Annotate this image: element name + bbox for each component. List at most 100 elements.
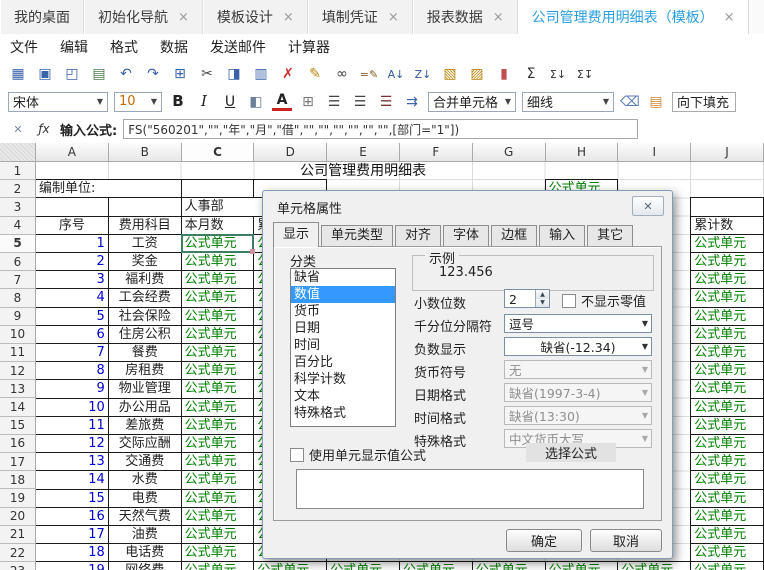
expense-name-cell[interactable]: 工会经费 (108, 288, 182, 307)
thousand-select[interactable]: 逗号 ▼ (504, 314, 652, 333)
align-center-icon[interactable]: ☰ (350, 92, 370, 112)
category-list-item[interactable]: 时间 (291, 337, 395, 354)
total-header-cell[interactable]: 累计数 (690, 216, 764, 235)
bold-icon[interactable]: B (168, 92, 188, 112)
seq-cell[interactable]: 9 (36, 379, 109, 398)
expense-name-cell[interactable]: 福利费 (108, 270, 182, 289)
expense-name-cell[interactable]: 奖金 (108, 252, 182, 271)
font-color-icon[interactable]: A (272, 93, 292, 111)
seq-cell[interactable]: 8 (36, 361, 109, 380)
delete-icon[interactable]: ✗ (278, 64, 298, 84)
category-list-item[interactable]: 特殊格式 (291, 405, 395, 422)
save-icon[interactable]: ▦ (8, 64, 28, 84)
formula-cell[interactable]: 公式单元 (690, 489, 764, 508)
column-header[interactable]: A (36, 143, 109, 162)
wrap-text-icon[interactable]: ⇉ (402, 92, 422, 112)
formula-cell[interactable]: 公式单元 (181, 270, 255, 289)
copy-icon[interactable]: ◨ (224, 64, 244, 84)
formula-cell[interactable]: 公式单元 (181, 398, 255, 417)
seq-cell[interactable]: 12 (36, 434, 109, 453)
category-list-item[interactable]: 缺省 (291, 269, 395, 286)
sort-ascending-icon[interactable]: A↓ (386, 64, 406, 84)
fill-down-select[interactable]: 向下填充 (672, 92, 736, 112)
font-size-select[interactable]: 10 ▼ (114, 92, 162, 112)
category-listbox[interactable]: 缺省数值货币日期时间百分比科学计数文本特殊格式 (290, 268, 396, 427)
formula-cell[interactable]: 公式单元 (181, 507, 255, 526)
menu-item[interactable]: 计算器 (288, 37, 330, 57)
formula-cell[interactable]: 公式单元 (181, 416, 255, 435)
row-header[interactable]: 20 (0, 508, 36, 526)
formula-cell[interactable]: 公式单元 (181, 234, 255, 253)
formula-cell[interactable]: 公式单元 (690, 416, 764, 435)
seq-cell[interactable]: 1 (36, 234, 109, 253)
find-icon[interactable]: ∞ (332, 64, 352, 84)
category-list-item[interactable]: 文本 (291, 388, 395, 405)
row-header[interactable]: 22 (0, 544, 36, 562)
column-header[interactable]: G (473, 143, 546, 162)
column-header[interactable]: J (691, 143, 764, 162)
report-book-icon[interactable]: ▮ (494, 64, 514, 84)
row-header[interactable]: 17 (0, 453, 36, 471)
sheet-title-cell[interactable]: 公司管理费用明细表 (181, 162, 546, 180)
expense-name-cell[interactable]: 工资 (108, 234, 182, 253)
paste-format-icon[interactable]: ▧ (440, 64, 460, 84)
month-header-cell[interactable]: 本月数 (181, 216, 255, 235)
select-all-icon[interactable]: ⊞ (170, 64, 190, 84)
row-header[interactable]: 15 (0, 417, 36, 435)
formula-cell[interactable]: 公式单元 (690, 525, 764, 544)
menu-item[interactable]: 编辑 (60, 37, 88, 57)
formula-cell[interactable]: 公式单元 (181, 361, 255, 380)
seq-cell[interactable]: 16 (36, 507, 109, 526)
formula-cell[interactable]: 公式单元 (690, 507, 764, 526)
row-header[interactable]: 6 (0, 253, 36, 271)
expense-name-cell[interactable]: 网络费 (108, 561, 182, 570)
dialog-tab[interactable]: 显示 (273, 222, 319, 247)
row-header[interactable]: 9 (0, 308, 36, 326)
expense-name-cell[interactable]: 社会保险 (108, 307, 182, 326)
formula-cell[interactable]: 公式单元 (545, 561, 619, 570)
formula-cell[interactable]: 公式单元 (690, 398, 764, 417)
row-header[interactable]: 23 (0, 562, 36, 570)
merge-cells-select[interactable]: 合并单元格 ▼ (428, 92, 516, 112)
italic-icon[interactable]: I (194, 92, 214, 112)
row-header[interactable]: 2 (0, 180, 36, 198)
tab-close-icon[interactable]: × (493, 10, 504, 25)
seq-header-cell[interactable]: 序号 (36, 216, 109, 235)
formula-cell[interactable]: 公式单元 (181, 288, 255, 307)
seq-cell[interactable]: 5 (36, 307, 109, 326)
formula-cell[interactable]: 公式单元 (181, 343, 255, 362)
expense-name-cell[interactable]: 房租费 (108, 361, 182, 380)
document-tab[interactable]: 模板设计× (203, 0, 308, 34)
stepper-up-icon[interactable]: ▲ (536, 290, 549, 299)
cell-properties-icon[interactable]: ▤ (646, 92, 666, 112)
formula-cell[interactable]: 公式单元 (690, 452, 764, 471)
expense-name-cell[interactable]: 差旅费 (108, 416, 182, 435)
formula-cell[interactable]: 公式单元 (617, 561, 691, 570)
seq-cell[interactable]: 14 (36, 470, 109, 489)
line-style-select[interactable]: 细线 ▼ (522, 92, 614, 112)
expense-name-cell[interactable]: 水费 (108, 470, 182, 489)
category-list-item[interactable]: 日期 (291, 320, 395, 337)
seq-cell[interactable]: 6 (36, 325, 109, 344)
sheet-cell[interactable] (36, 197, 109, 216)
formula-cell[interactable]: 公式单元 (690, 252, 764, 271)
row-header[interactable]: 1 (0, 162, 36, 180)
formula-cell[interactable]: 公式单元 (690, 288, 764, 307)
expense-name-cell[interactable]: 油费 (108, 525, 182, 544)
sum-all-icon[interactable]: Σ↧ (575, 64, 595, 84)
align-right-icon[interactable]: ☰ (376, 92, 396, 112)
expense-name-cell[interactable]: 天然气费 (108, 507, 182, 526)
formula-cell[interactable]: 公式单元 (181, 543, 255, 562)
redo-icon[interactable]: ↷ (143, 64, 163, 84)
formula-cell[interactable]: 公式单元 (472, 561, 546, 570)
menu-item[interactable]: 文件 (10, 37, 38, 57)
seq-cell[interactable]: 7 (36, 343, 109, 362)
row-header[interactable]: 4 (0, 217, 36, 235)
expense-name-cell[interactable]: 电费 (108, 489, 182, 508)
font-family-select[interactable]: 宋体 ▼ (8, 92, 108, 112)
print-icon[interactable]: ▤ (89, 64, 109, 84)
formula-cell[interactable]: 公式单元 (181, 434, 255, 453)
row-header[interactable]: 21 (0, 526, 36, 544)
formula-cell[interactable]: 公式单元 (181, 489, 255, 508)
seq-cell[interactable]: 19 (36, 561, 109, 570)
